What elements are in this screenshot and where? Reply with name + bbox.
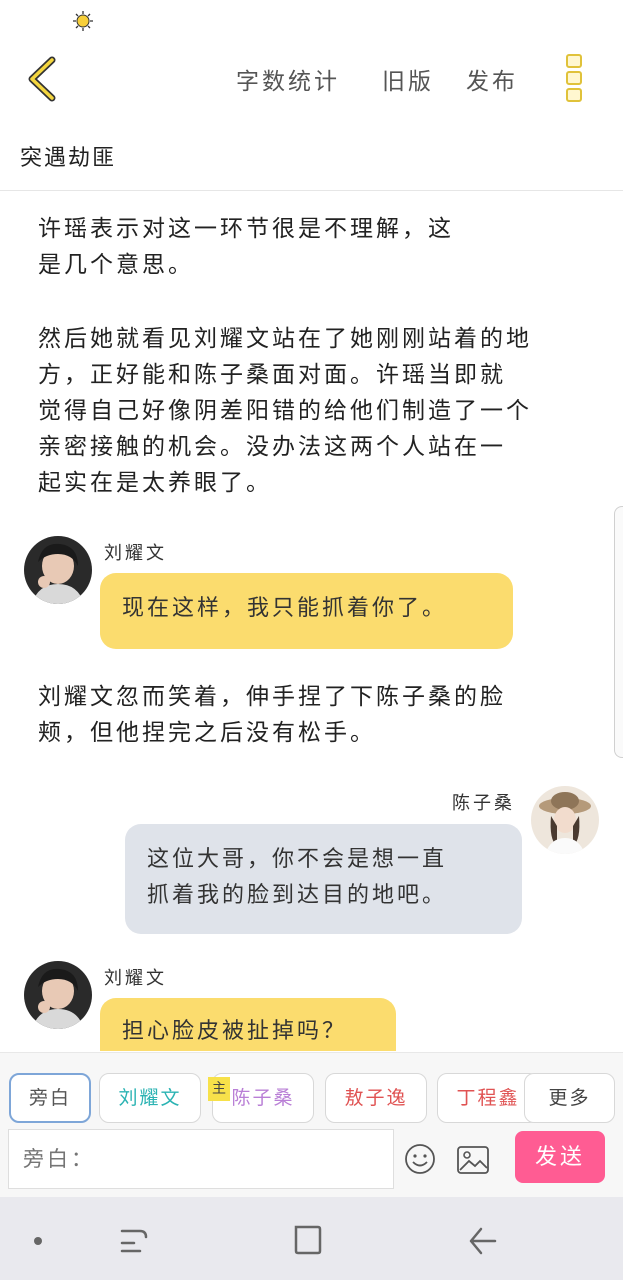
- narration-line: 觉得自己好像阴差阳错的给他们制造了一个: [38, 398, 532, 424]
- narration-block[interactable]: 刘耀文忽而笑着，伸手捏了下陈子桑的脸 颊，但他捏完之后没有松手。: [38, 679, 588, 751]
- avatar-chen-zisang[interactable]: [531, 786, 599, 854]
- more-menu-icon[interactable]: [562, 54, 586, 104]
- narration-block[interactable]: 然后她就看见刘耀文站在了她刚刚站着的地 方，正好能和陈子桑面对面。许瑶当即就 觉…: [38, 321, 588, 501]
- composer-panel: 旁白 刘耀文 陈子桑 主 敖子逸 丁程鑫 更多 发送: [0, 1052, 623, 1198]
- message-input[interactable]: [21, 1130, 385, 1188]
- more-roles-button[interactable]: 更多: [524, 1073, 615, 1123]
- role-chip-narrator[interactable]: 旁白: [9, 1073, 91, 1123]
- system-navigation-bar: [0, 1197, 623, 1280]
- avatar-liu-yaowen[interactable]: [24, 961, 92, 1029]
- avatar-image: [24, 961, 92, 1029]
- recent-apps-icon[interactable]: [116, 1219, 152, 1259]
- narration-line: 方，正好能和陈子桑面对面。许瑶当即就: [38, 362, 506, 388]
- narration-line: 许瑶表示对这一环节很是不理解，这: [38, 216, 454, 242]
- top-bar: 字数统计 旧版 发布 突遇劫匪: [0, 0, 623, 191]
- speaker-name: 刘耀文: [104, 543, 167, 564]
- main-role-badge: 主: [208, 1077, 230, 1101]
- chapter-title[interactable]: 突遇劫匪: [20, 140, 116, 172]
- story-content[interactable]: 许瑶表示对这一环节很是不理解，这 是几个意思。 然后她就看见刘耀文站在了她刚刚站…: [0, 191, 623, 1051]
- menu-dot: [566, 54, 582, 68]
- menu-dot: [566, 71, 582, 85]
- narration-line: 颊，但他捏完之后没有松手。: [38, 720, 376, 746]
- publish-button[interactable]: 发布: [466, 62, 518, 96]
- image-icon[interactable]: [456, 1145, 490, 1175]
- send-button[interactable]: 发送: [515, 1131, 605, 1183]
- narration-block[interactable]: 许瑶表示对这一环节很是不理解，这 是几个意思。: [38, 211, 588, 283]
- narration-line: 刘耀文忽而笑着，伸手捏了下陈子桑的脸: [38, 684, 506, 710]
- weather-sun-icon: [73, 11, 93, 31]
- emoji-icon[interactable]: [404, 1143, 436, 1175]
- home-icon[interactable]: [290, 1219, 326, 1259]
- avatar-image: [24, 536, 92, 604]
- message-bubble[interactable]: 这位大哥，你不会是想一直 抓着我的脸到达目的地吧。: [125, 824, 522, 934]
- back-arrow-icon[interactable]: [22, 54, 64, 104]
- nav-dot-icon[interactable]: [20, 1219, 56, 1259]
- role-chip-liu-yaowen[interactable]: 刘耀文: [99, 1073, 201, 1123]
- speaker-name: 刘耀文: [104, 968, 167, 989]
- message-input-box[interactable]: [8, 1129, 394, 1189]
- narration-line: 起实在是太养眼了。: [38, 470, 272, 496]
- avatar-image: [531, 786, 599, 854]
- narration-line: 然后她就看见刘耀文站在了她刚刚站着的地: [38, 326, 532, 352]
- menu-dot: [566, 88, 582, 102]
- message-bubble[interactable]: 现在这样，我只能抓着你了。: [100, 573, 513, 649]
- narration-line: 是几个意思。: [38, 252, 194, 278]
- old-version-button[interactable]: 旧版: [382, 62, 434, 96]
- message-line: 这位大哥，你不会是想一直: [147, 847, 448, 872]
- avatar-liu-yaowen[interactable]: [24, 536, 92, 604]
- message-bubble[interactable]: 担心脸皮被扯掉吗？: [100, 998, 396, 1051]
- narration-line: 亲密接触的机会。没办法这两个人站在一: [38, 434, 506, 460]
- scroll-handle[interactable]: [614, 506, 623, 758]
- word-count-button[interactable]: 字数统计: [236, 62, 340, 96]
- speaker-name: 陈子桑: [452, 793, 515, 814]
- role-chip-ao-ziyi[interactable]: 敖子逸: [325, 1073, 427, 1123]
- back-icon[interactable]: [465, 1219, 501, 1259]
- message-line: 抓着我的脸到达目的地吧。: [147, 883, 448, 908]
